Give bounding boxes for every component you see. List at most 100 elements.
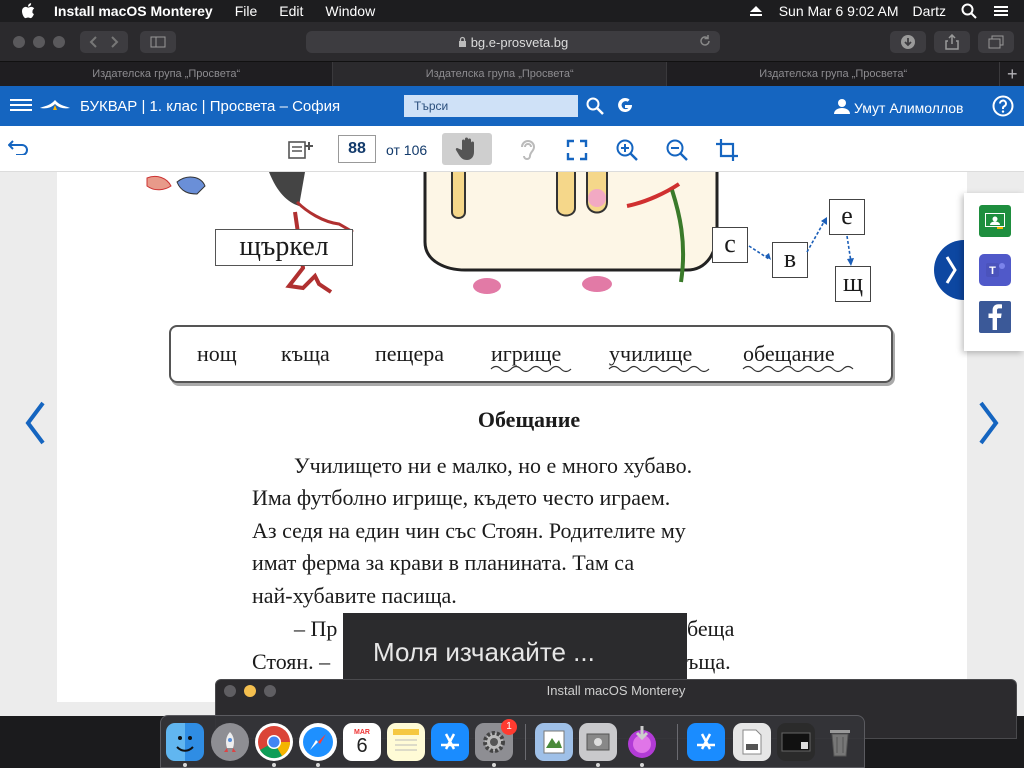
text-line: най-хубавите пасища. xyxy=(252,583,457,608)
user-name: Умут Алимоллов xyxy=(854,99,964,116)
menu-file[interactable]: File xyxy=(235,3,258,19)
menu-bar: Install macOS Monterey File Edit Window … xyxy=(0,0,1024,22)
running-indicator xyxy=(596,763,600,767)
picture-caption: щъркел xyxy=(215,229,353,266)
share-bar: T xyxy=(964,193,1024,351)
app-store-icon[interactable] xyxy=(431,723,469,761)
text-line: – Пр xyxy=(294,616,338,641)
download-icon[interactable] xyxy=(890,31,926,53)
chrome-icon[interactable] xyxy=(255,723,293,761)
tab-bar: Издателска група „Просвета“ Издателска г… xyxy=(0,62,1024,86)
sidebar-toggle-icon[interactable] xyxy=(140,31,176,53)
zoom-in-icon[interactable] xyxy=(614,137,640,163)
page-number-input[interactable]: 88 xyxy=(338,135,376,163)
fullscreen-icon[interactable] xyxy=(564,137,590,163)
dock-separator xyxy=(525,724,526,760)
page-total: от 106 xyxy=(386,142,428,158)
apple-logo-icon[interactable] xyxy=(20,3,36,19)
eject-icon[interactable] xyxy=(747,2,765,20)
help-icon[interactable] xyxy=(992,95,1014,117)
window-zoom-button[interactable] xyxy=(53,36,65,48)
zoom-out-icon[interactable] xyxy=(664,137,690,163)
microsoft-teams-icon[interactable]: T xyxy=(979,254,1011,286)
text-line: ъща. xyxy=(687,649,731,674)
finder-icon[interactable] xyxy=(166,723,204,761)
google-search-icon[interactable] xyxy=(614,95,636,117)
document-file-icon[interactable] xyxy=(733,723,771,761)
back-forward-buttons[interactable] xyxy=(80,31,128,53)
reader-toolbar: 88 от 106 xyxy=(0,126,1024,172)
word-item: пещера xyxy=(375,341,445,366)
screenshot-file-icon[interactable] xyxy=(777,723,815,761)
reload-icon[interactable] xyxy=(698,34,712,51)
word-item: къща xyxy=(281,341,330,366)
browser-tab[interactable]: Издателска група „Просвета“ xyxy=(0,62,334,86)
menu-edit[interactable]: Edit xyxy=(279,3,303,19)
safari-icon[interactable] xyxy=(299,723,337,761)
word-item: училище xyxy=(609,341,693,366)
menu-clock[interactable]: Sun Mar 6 9:02 AM xyxy=(779,3,899,19)
svg-text:T: T xyxy=(989,265,996,277)
hamburger-menu-icon[interactable] xyxy=(10,96,32,116)
search-input[interactable] xyxy=(404,95,578,117)
disk-utility-icon[interactable] xyxy=(579,723,617,761)
control-center-icon[interactable] xyxy=(992,2,1010,20)
notes-icon[interactable] xyxy=(387,723,425,761)
share-icon[interactable] xyxy=(934,31,970,53)
user-menu[interactable]: Умут Алимоллов xyxy=(834,98,964,117)
launchpad-icon[interactable] xyxy=(211,723,249,761)
app-store-folder-icon[interactable] xyxy=(687,723,725,761)
address-bar[interactable]: bg.e-prosveta.bg xyxy=(306,31,720,53)
tabs-overview-icon[interactable] xyxy=(978,31,1014,53)
menu-extras: Sun Mar 6 9:02 AM Dartz xyxy=(747,0,1024,22)
word-item: нощ xyxy=(197,341,237,366)
browser-tab-active[interactable]: Издателска група „Просвета“ xyxy=(333,62,667,86)
pan-hand-button[interactable] xyxy=(442,133,492,165)
text-line: Училището ни е малко, но е много хубаво. xyxy=(294,453,693,478)
facebook-icon[interactable] xyxy=(979,301,1011,333)
running-indicator xyxy=(492,763,496,767)
add-bookmark-icon[interactable] xyxy=(288,137,314,163)
running-indicator xyxy=(272,763,276,767)
letter-box: с xyxy=(712,227,748,263)
prosveta-logo[interactable] xyxy=(40,96,70,121)
menu-user[interactable]: Dartz xyxy=(913,3,946,19)
lesson-title: Обещание xyxy=(477,407,581,432)
text-line: беща xyxy=(687,616,735,641)
word-list-panel: нощ къща пещера игрище училище обещание xyxy=(169,325,893,383)
user-icon xyxy=(834,98,850,117)
search-icon[interactable] xyxy=(960,2,978,20)
notification-badge: 1 xyxy=(501,719,517,735)
previous-page-arrow-icon[interactable] xyxy=(20,400,50,446)
next-page-arrow-icon[interactable] xyxy=(974,400,1004,446)
app-menu-name[interactable]: Install macOS Monterey xyxy=(54,3,213,19)
new-tab-button[interactable]: + xyxy=(1000,62,1024,86)
browser-tab[interactable]: Издателска група „Просвета“ xyxy=(667,62,1001,86)
window-minimize-button[interactable] xyxy=(33,36,45,48)
system-preferences-icon[interactable]: 1 xyxy=(475,719,517,761)
preview-icon[interactable] xyxy=(535,723,573,761)
screen: Install macOS Monterey File Edit Window … xyxy=(0,0,1024,768)
dock: MAR 6 1 xyxy=(160,715,865,768)
search-icon[interactable] xyxy=(584,95,606,117)
word-item: обещание xyxy=(743,341,835,366)
crop-icon[interactable] xyxy=(714,137,740,163)
text-line: имат ферма за крави в планината. Там са xyxy=(252,550,635,575)
text-line: Стоян. – xyxy=(252,649,331,674)
install-window-title: Install macOS Monterey xyxy=(546,683,686,698)
text-line: Има футболно игрище, където често играем… xyxy=(252,485,671,510)
url-text: bg.e-prosveta.bg xyxy=(470,34,569,50)
lock-icon xyxy=(458,35,467,50)
install-macos-icon[interactable] xyxy=(623,723,661,761)
text-line: Аз седя на един чин със Стоян. Родителит… xyxy=(252,518,686,543)
audio-listen-icon[interactable] xyxy=(514,137,540,163)
running-indicator xyxy=(640,763,644,767)
trash-icon[interactable] xyxy=(821,723,859,761)
calendar-icon[interactable]: MAR 6 xyxy=(343,723,381,761)
calendar-day: 6 xyxy=(356,734,368,757)
wavy-underlines xyxy=(490,365,854,373)
menu-window[interactable]: Window xyxy=(325,3,375,19)
back-icon[interactable] xyxy=(6,134,32,160)
window-close-button[interactable] xyxy=(13,36,25,48)
google-classroom-icon[interactable] xyxy=(979,205,1011,237)
